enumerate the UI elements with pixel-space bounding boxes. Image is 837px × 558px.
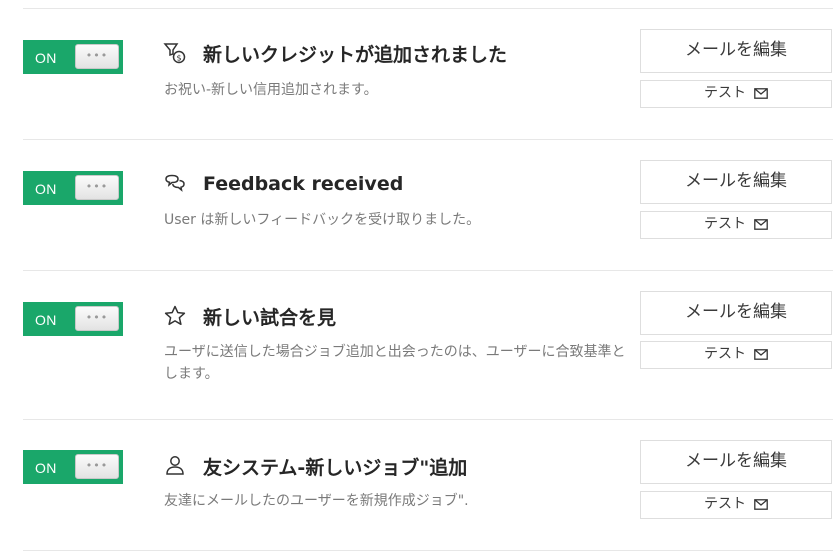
divider [23, 419, 833, 420]
enable-toggle[interactable]: ON ••• [23, 171, 123, 205]
envelope-icon [754, 88, 768, 99]
user-icon [163, 453, 187, 477]
test-button-label: テスト [704, 496, 746, 512]
notification-description: User は新しいフィードバックを受け取りました。 [164, 212, 481, 228]
test-button-label: テスト [704, 216, 746, 232]
edit-email-button[interactable]: メールを編集 [640, 440, 832, 484]
notification-description: 友達にメールしたのユーザーを新規作成ジョブ". [164, 493, 469, 509]
edit-email-button[interactable]: メールを編集 [640, 160, 832, 204]
toggle-state-label: ON [35, 181, 57, 197]
divider [23, 550, 833, 551]
divider [23, 8, 833, 9]
test-email-button[interactable]: テスト [640, 491, 832, 519]
toggle-state-label: ON [35, 312, 57, 328]
toggle-knob[interactable]: ••• [75, 454, 119, 479]
divider [23, 139, 833, 140]
notification-title: 新しいクレジットが追加されました [203, 44, 508, 66]
notification-description: ユーザに送信した場合ジョブ追加と出会ったのは、ユーザーに合致基準とします。 [164, 344, 626, 382]
notification-title: 新しい試合を見 [203, 307, 337, 329]
edit-email-button[interactable]: メールを編集 [640, 29, 832, 73]
test-email-button[interactable]: テスト [640, 211, 832, 239]
test-button-label: テスト [704, 85, 746, 101]
enable-toggle[interactable]: ON ••• [23, 302, 123, 336]
svg-text:$: $ [176, 54, 181, 63]
divider [23, 270, 833, 271]
notification-title: 友システム-新しいジョブ"追加 [203, 457, 468, 479]
tag-money-icon: $ [163, 41, 187, 65]
enable-toggle[interactable]: ON ••• [23, 40, 123, 74]
envelope-icon [754, 499, 768, 510]
edit-email-button[interactable]: メールを編集 [640, 291, 832, 335]
test-email-button[interactable]: テスト [640, 80, 832, 108]
toggle-knob[interactable]: ••• [75, 306, 119, 331]
chat-bubbles-icon [163, 173, 187, 197]
toggle-knob[interactable]: ••• [75, 44, 119, 69]
toggle-knob[interactable]: ••• [75, 175, 119, 200]
test-button-label: テスト [704, 346, 746, 362]
notification-title: Feedback received [203, 173, 404, 195]
toggle-state-label: ON [35, 50, 57, 66]
envelope-icon [754, 219, 768, 230]
notification-description: お祝い-新しい信用追加されます。 [164, 82, 378, 98]
envelope-icon [754, 349, 768, 360]
enable-toggle[interactable]: ON ••• [23, 450, 123, 484]
test-email-button[interactable]: テスト [640, 341, 832, 369]
toggle-state-label: ON [35, 460, 57, 476]
star-icon [163, 304, 187, 328]
